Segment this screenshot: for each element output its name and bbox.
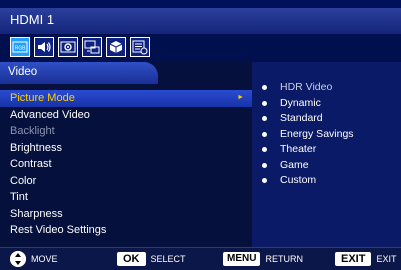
- network-icon[interactable]: [82, 37, 102, 57]
- menu-item-label: Brightness: [10, 141, 62, 154]
- bullet-icon: [262, 116, 267, 121]
- bullet-icon: [262, 162, 267, 168]
- hint-move: MOVE: [10, 251, 58, 267]
- hint-select: OK SELECT: [117, 252, 186, 266]
- menu-item-label: Contrast: [10, 158, 52, 170]
- option-dynamic[interactable]: Dynamic: [262, 96, 354, 111]
- menu-item-label: Picture Mode: [10, 92, 75, 104]
- option-label: Energy Savings: [280, 127, 354, 140]
- bullet-icon: [262, 131, 267, 137]
- bullet-icon: [262, 85, 267, 90]
- menu-item-label: Rest Video Settings: [10, 224, 107, 236]
- picture-settings-icon[interactable]: RGB: [10, 37, 30, 57]
- ok-key: OK: [117, 252, 146, 266]
- menu-item-picture-mode[interactable]: Picture Mode ►: [0, 90, 252, 107]
- audio-speaker-icon[interactable]: [34, 37, 54, 57]
- return-label: RETURN: [265, 254, 303, 264]
- exit-key: EXIT: [335, 252, 372, 266]
- bullet-icon: [262, 147, 267, 152]
- menu-item-label: Tint: [10, 191, 28, 203]
- button-hint-bar: MOVE OK SELECT MENU RETURN EXIT EXIT: [0, 247, 401, 270]
- option-standard[interactable]: Standard: [262, 111, 354, 126]
- exit-label: EXIT: [376, 254, 397, 264]
- option-energy-savings[interactable]: Energy Savings: [262, 127, 354, 142]
- option-label: Standard: [280, 112, 323, 124]
- section-header-video: Video: [0, 62, 158, 84]
- option-hdr-video: HDR Video: [262, 80, 354, 95]
- select-label: SELECT: [150, 254, 186, 264]
- option-label: HDR Video: [280, 81, 333, 93]
- menu-item-label: Color: [10, 174, 37, 187]
- menu-item-sharpness[interactable]: Sharpness: [0, 206, 252, 223]
- hint-return: MENU RETURN: [223, 252, 303, 266]
- menu-item-reset-video-settings[interactable]: Rest Video Settings: [0, 222, 252, 239]
- hint-exit: EXIT EXIT: [335, 252, 396, 266]
- settings-gear-icon[interactable]: [58, 37, 78, 57]
- menu-item-tint[interactable]: Tint: [0, 189, 252, 206]
- menu-item-brightness[interactable]: Brightness: [0, 140, 252, 157]
- option-theater[interactable]: Theater: [262, 142, 354, 157]
- menu-item-contrast[interactable]: Contrast: [0, 156, 252, 173]
- bullet-icon: [262, 100, 267, 106]
- option-label: Theater: [280, 143, 317, 155]
- picture-mode-options: HDR Video Dynamic Standard Energy Saving…: [262, 80, 354, 189]
- channel-cube-icon[interactable]: [106, 37, 126, 57]
- menu-item-advanced-video[interactable]: Advanced Video: [0, 107, 252, 124]
- option-custom[interactable]: Custom: [262, 173, 354, 188]
- submenu-arrow-icon: ►: [237, 94, 244, 101]
- dpad-icon: [10, 251, 26, 267]
- schedule-clock-icon[interactable]: [130, 37, 150, 57]
- tv-menu-screen: HDMI 1 RGB Video Picture Mode ► Advanced…: [0, 0, 401, 270]
- menu-key: MENU: [223, 252, 261, 266]
- menu-item-backlight: Backlight: [0, 123, 252, 140]
- menu-item-label: Backlight: [10, 125, 55, 137]
- video-menu-list: Picture Mode ► Advanced Video Backlight …: [0, 90, 252, 239]
- svg-text:RGB: RGB: [15, 46, 27, 52]
- option-label: Dynamic: [280, 96, 321, 109]
- move-label: MOVE: [31, 254, 58, 264]
- section-title: Video: [8, 66, 38, 78]
- menu-item-color[interactable]: Color: [0, 173, 252, 190]
- menu-item-label: Advanced Video: [10, 108, 90, 121]
- menu-item-label: Sharpness: [10, 207, 63, 220]
- option-label: Custom: [280, 174, 317, 186]
- title-bar: HDMI 1: [0, 8, 401, 34]
- top-strip: [0, 0, 401, 8]
- category-icon-row: RGB: [0, 34, 401, 62]
- option-game[interactable]: Game: [262, 158, 354, 173]
- bullet-icon: [262, 178, 267, 183]
- option-label: Game: [280, 158, 309, 171]
- input-source-title: HDMI 1: [10, 12, 55, 27]
